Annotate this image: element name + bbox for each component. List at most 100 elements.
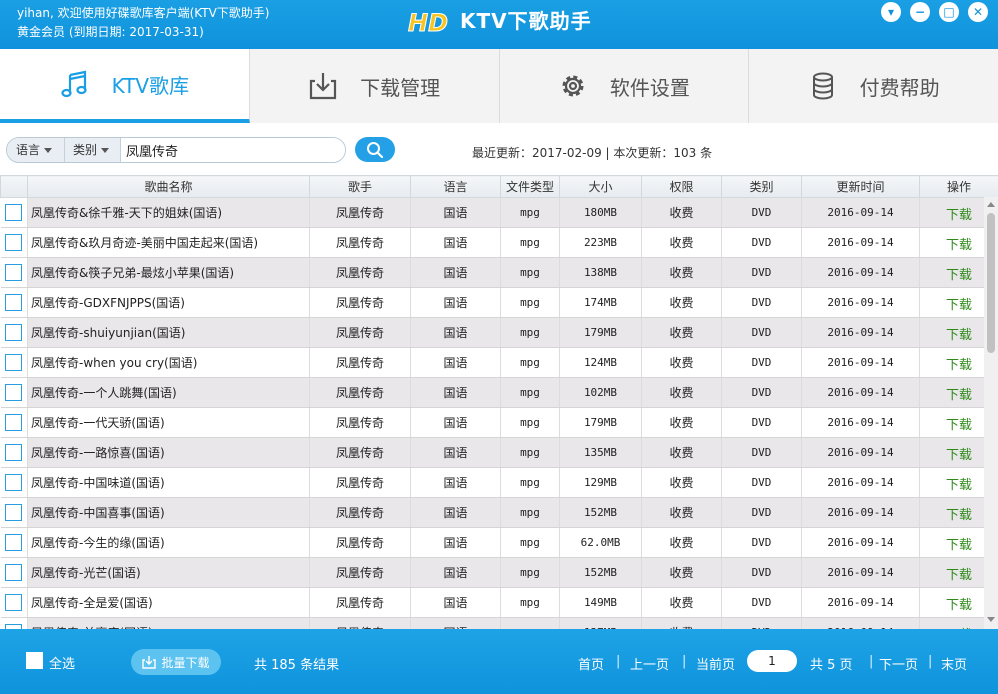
update-time-cell: 2016-09-14: [801, 617, 920, 629]
file-type-cell: mpg: [500, 287, 560, 318]
header-action: 操作: [919, 175, 998, 198]
select-all-label[interactable]: 全选: [49, 653, 75, 672]
tab-payment-help[interactable]: 付费帮助: [749, 49, 998, 123]
result-count: 共 185 条结果: [254, 658, 340, 673]
file-type-cell: mpg: [500, 437, 560, 468]
row-checkbox-cell: [0, 227, 28, 258]
singer-cell: 凤凰传奇: [309, 527, 411, 558]
size-cell: 62.0MB: [559, 527, 642, 558]
song-name-cell: 凤凰传奇-全是爱(国语): [27, 587, 310, 618]
language-cell: 国语: [410, 617, 501, 629]
table-row[interactable]: 凤凰传奇-光芒(国语) 凤凰传奇 国语 mpg 152MB 收费 DVD 2016-09-14…: [0, 557, 998, 588]
maximize-button[interactable]: □: [939, 2, 959, 22]
update-time-cell: 2016-09-14: [801, 287, 920, 318]
singer-cell: 凤凰传奇: [309, 287, 411, 318]
table-row[interactable]: 凤凰传奇-一路惊喜(国语) 凤凰传奇 国语 mpg 135MB 收费 DVD 2016-09-…: [0, 437, 998, 468]
header-category[interactable]: 类别: [721, 175, 802, 198]
update-time-cell: 2016-09-14: [801, 407, 920, 438]
permission-cell: 收费: [641, 587, 722, 618]
update-time-cell: 2016-09-14: [801, 317, 920, 348]
size-cell: 179MB: [559, 317, 642, 348]
singer-cell: 凤凰传奇: [309, 467, 411, 498]
select-all-checkbox[interactable]: [26, 652, 43, 669]
update-time-cell: 2016-09-14: [801, 527, 920, 558]
footer-bar: 全选 批量下载 共 185 条结果 首页 | 上一页 | 当前页 共 5 页 |…: [0, 629, 998, 694]
scrollbar-thumb[interactable]: [987, 213, 995, 353]
table-row[interactable]: 凤凰传奇-中国味道(国语) 凤凰传奇 国语 mpg 129MB 收费 DVD 2016-09-…: [0, 467, 998, 498]
row-checkbox[interactable]: [5, 294, 23, 311]
row-checkbox[interactable]: [5, 474, 23, 491]
row-checkbox[interactable]: [5, 504, 23, 521]
row-checkbox[interactable]: [5, 414, 23, 431]
header-size[interactable]: 大小: [559, 175, 642, 198]
row-checkbox[interactable]: [5, 564, 23, 581]
category-cell: DVD: [721, 497, 802, 528]
table-row[interactable]: 凤凰传奇-中国喜事(国语) 凤凰传奇 国语 mpg 152MB 收费 DVD 2016-09-…: [0, 497, 998, 528]
row-checkbox-cell: [0, 527, 28, 558]
scroll-up-arrow-icon[interactable]: [987, 202, 995, 207]
header-permission[interactable]: 权限: [641, 175, 722, 198]
file-type-cell: mpg: [500, 317, 560, 348]
table-row[interactable]: 凤凰传奇-when you cry(国语) 凤凰传奇 国语 mpg 124MB 收费 DVD…: [0, 347, 998, 378]
table-row[interactable]: 凤凰传奇-兰亭序(国语)凤凰传奇国语mpg137MB收费DVD2016-09-1…: [0, 617, 998, 629]
search-button[interactable]: [355, 137, 395, 162]
table-row[interactable]: 凤凰传奇&徐千雅-天下的姐妹(国语) 凤凰传奇 国语 mpg 180MB 收费 DVD 201…: [0, 197, 998, 228]
category-filter[interactable]: 类别: [65, 138, 121, 162]
song-name-cell: 凤凰传奇&筷子兄弟-最炫小苹果(国语): [27, 257, 310, 288]
size-cell: 179MB: [559, 407, 642, 438]
permission-cell: 收费: [641, 617, 722, 629]
row-checkbox[interactable]: [5, 594, 23, 611]
table-row[interactable]: 凤凰传奇&筷子兄弟-最炫小苹果(国语) 凤凰传奇 国语 mpg 138MB 收费 DVD 20…: [0, 257, 998, 288]
music-note-icon: [61, 70, 87, 98]
table-row[interactable]: 凤凰传奇-今生的缘(国语) 凤凰传奇 国语 mpg 62.0MB 收费 DVD 2016-09…: [0, 527, 998, 558]
table-row[interactable]: 凤凰传奇-GDXFNJPPS(国语) 凤凰传奇 国语 mpg 174MB 收费 DVD 201…: [0, 287, 998, 318]
row-checkbox[interactable]: [5, 264, 23, 281]
category-cell: DVD: [721, 527, 802, 558]
batch-download-button[interactable]: 批量下载: [131, 649, 221, 675]
header-song-name[interactable]: 歌曲名称: [27, 175, 310, 198]
tab-download-manager[interactable]: 下载管理: [250, 49, 500, 123]
vertical-scrollbar[interactable]: [984, 197, 998, 629]
pager-separator: |: [682, 654, 687, 669]
language-cell: 国语: [410, 227, 501, 258]
row-checkbox-cell: [0, 347, 28, 378]
permission-cell: 收费: [641, 557, 722, 588]
minimize-button[interactable]: −: [910, 2, 930, 22]
dropdown-button[interactable]: ▾: [881, 2, 901, 22]
row-checkbox-cell: [0, 377, 28, 408]
table-row[interactable]: 凤凰传奇-shuiyunjian(国语) 凤凰传奇 国语 mpg 179MB 收费 DVD 2…: [0, 317, 998, 348]
row-checkbox[interactable]: [5, 534, 23, 551]
next-page-link[interactable]: 下一页: [879, 654, 918, 673]
row-checkbox[interactable]: [5, 354, 23, 371]
page-number-input[interactable]: [747, 650, 797, 672]
header-checkbox: [0, 175, 28, 198]
header-update-time[interactable]: 更新时间: [801, 175, 920, 198]
close-button[interactable]: ✕: [968, 2, 988, 22]
table-row[interactable]: 凤凰传奇-一代天骄(国语) 凤凰传奇 国语 mpg 179MB 收费 DVD 2016-09-…: [0, 407, 998, 438]
row-checkbox-cell: [0, 257, 28, 288]
header-file-type[interactable]: 文件类型: [500, 175, 560, 198]
update-time-cell: 2016-09-14: [801, 437, 920, 468]
row-checkbox[interactable]: [5, 204, 23, 221]
language-filter[interactable]: 语言: [7, 138, 65, 162]
first-page-link[interactable]: 首页: [578, 654, 604, 673]
row-checkbox[interactable]: [5, 444, 23, 461]
scroll-down-arrow-icon[interactable]: [987, 617, 995, 622]
header-language[interactable]: 语言: [410, 175, 501, 198]
table-row[interactable]: 凤凰传奇-一个人跳舞(国语) 凤凰传奇 国语 mpg 102MB 收费 DVD 2016-09…: [0, 377, 998, 408]
tab-label: 下载管理: [360, 75, 441, 100]
permission-cell: 收费: [641, 497, 722, 528]
row-checkbox[interactable]: [5, 324, 23, 341]
singer-cell: 凤凰传奇: [309, 617, 411, 629]
update-time-cell: 2016-09-14: [801, 587, 920, 618]
search-input[interactable]: [121, 138, 345, 162]
prev-page-link[interactable]: 上一页: [630, 654, 669, 673]
header-singer[interactable]: 歌手: [309, 175, 411, 198]
table-row[interactable]: 凤凰传奇-全是爱(国语) 凤凰传奇 国语 mpg 149MB 收费 DVD 2016-09-1…: [0, 587, 998, 618]
tab-settings[interactable]: 软件设置: [500, 49, 750, 123]
row-checkbox[interactable]: [5, 234, 23, 251]
tab-ktv-library[interactable]: KTV歌库: [0, 49, 250, 123]
table-row[interactable]: 凤凰传奇&玖月奇迹-美丽中国走起来(国语) 凤凰传奇 国语 mpg 223MB 收费 DVD…: [0, 227, 998, 258]
last-page-link[interactable]: 末页: [941, 654, 967, 673]
row-checkbox[interactable]: [5, 384, 23, 401]
